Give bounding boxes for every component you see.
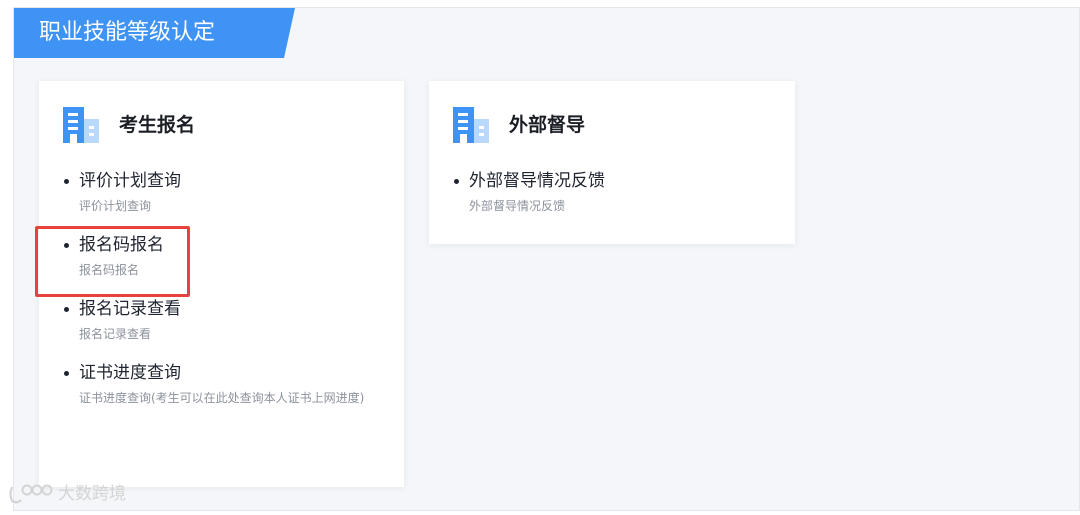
menu-item-supervision-feedback[interactable]: 外部督导情况反馈 外部督导情况反馈 [453, 169, 773, 215]
highlight-annotation-box [35, 226, 190, 297]
card-header: 考生报名 [63, 107, 383, 143]
menu-item-registration-records[interactable]: 报名记录查看 报名记录查看 [63, 297, 383, 343]
menu-list: 外部督导情况反馈 外部督导情况反馈 [453, 169, 773, 233]
menu-item-desc: 证书进度查询(考生可以在此处查询本人证书上网进度) [79, 391, 365, 405]
menu-item-desc: 评价计划查询 [79, 199, 152, 213]
building-icon [453, 107, 489, 143]
card-header: 外部督导 [453, 107, 773, 143]
menu-item-desc: 报名记录查看 [79, 327, 152, 341]
page-banner: 职业技能等级认定 [14, 8, 295, 58]
card-title: 考生报名 [119, 114, 196, 136]
watermark-logo-icon [9, 484, 53, 504]
menu-list: 评价计划查询 评价计划查询 报名码报名 报名码报名 报名记录查看 报名记录查看 … [63, 169, 383, 425]
menu-item-plan-query[interactable]: 评价计划查询 评价计划查询 [63, 169, 383, 215]
menu-item-desc: 外部督导情况反馈 [469, 199, 566, 213]
watermark: 大数跨境 [8, 481, 126, 507]
menu-item-label[interactable]: 报名记录查看 [79, 297, 383, 321]
card-title: 外部督导 [509, 114, 586, 136]
page-title: 职业技能等级认定 [39, 20, 216, 45]
card-external-supervision: 外部督导 外部督导情况反馈 外部督导情况反馈 [429, 81, 795, 244]
menu-item-label[interactable]: 外部督导情况反馈 [469, 169, 773, 193]
watermark-text: 大数跨境 [58, 484, 126, 504]
menu-item-label[interactable]: 评价计划查询 [79, 169, 383, 193]
menu-item-label[interactable]: 证书进度查询 [79, 361, 383, 385]
menu-item-certificate-progress[interactable]: 证书进度查询 证书进度查询(考生可以在此处查询本人证书上网进度) [63, 361, 383, 407]
building-icon [63, 107, 99, 143]
